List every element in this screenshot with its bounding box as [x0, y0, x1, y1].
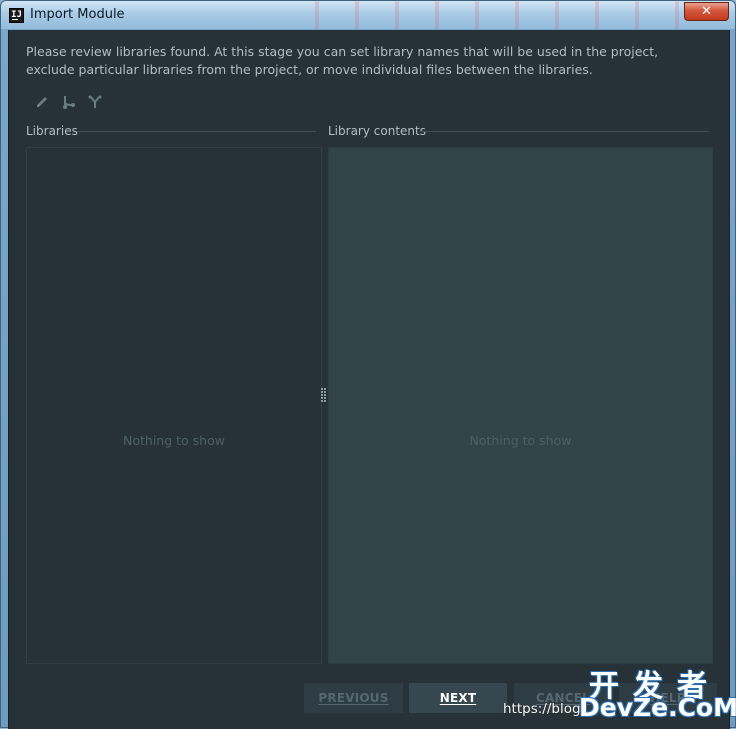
- libraries-empty-text: Nothing to show: [123, 433, 225, 448]
- merge-libraries-button[interactable]: [86, 93, 104, 111]
- watermark-logo-text: DevZe.CoM: [579, 693, 736, 722]
- libraries-separator: [77, 131, 316, 132]
- dialog-content: Please review libraries found. At this s…: [8, 30, 730, 729]
- dialog-window: IJ Import Module ✕ Please review librari…: [0, 0, 736, 729]
- previous-button[interactable]: PREVIOUS: [304, 683, 403, 713]
- library-contents-label: Library contents: [328, 124, 426, 138]
- close-button[interactable]: ✕: [684, 2, 729, 21]
- split-icon: [63, 96, 75, 109]
- window-title: Import Module: [30, 7, 125, 22]
- pencil-icon: [37, 97, 47, 107]
- title-bar-decoration: [301, 1, 681, 29]
- site-watermark: 开发者 DevZe.CoM: [579, 661, 736, 727]
- watermark-url: https://blog: [503, 701, 581, 717]
- intellij-app-icon: IJ: [9, 8, 24, 23]
- panel-splitter[interactable]: [321, 388, 327, 402]
- next-button[interactable]: NEXT: [409, 683, 507, 713]
- close-icon: ✕: [701, 4, 712, 19]
- rename-library-button[interactable]: [33, 93, 51, 111]
- library-contents-separator: [419, 131, 709, 132]
- instructions-line-1: Please review libraries found. At this s…: [26, 44, 659, 59]
- instructions-text: Please review libraries found. At this s…: [26, 43, 706, 79]
- libraries-list[interactable]: Nothing to show: [26, 147, 322, 664]
- instructions-line-2: exclude particular libraries from the pr…: [26, 62, 593, 77]
- split-library-button[interactable]: [60, 93, 78, 111]
- libraries-label: Libraries: [26, 124, 78, 138]
- library-contents-empty-text: Nothing to show: [469, 433, 572, 448]
- title-bar[interactable]: IJ Import Module ✕: [1, 1, 735, 29]
- merge-icon: [88, 95, 102, 108]
- library-contents-tree[interactable]: Nothing to show: [328, 147, 713, 664]
